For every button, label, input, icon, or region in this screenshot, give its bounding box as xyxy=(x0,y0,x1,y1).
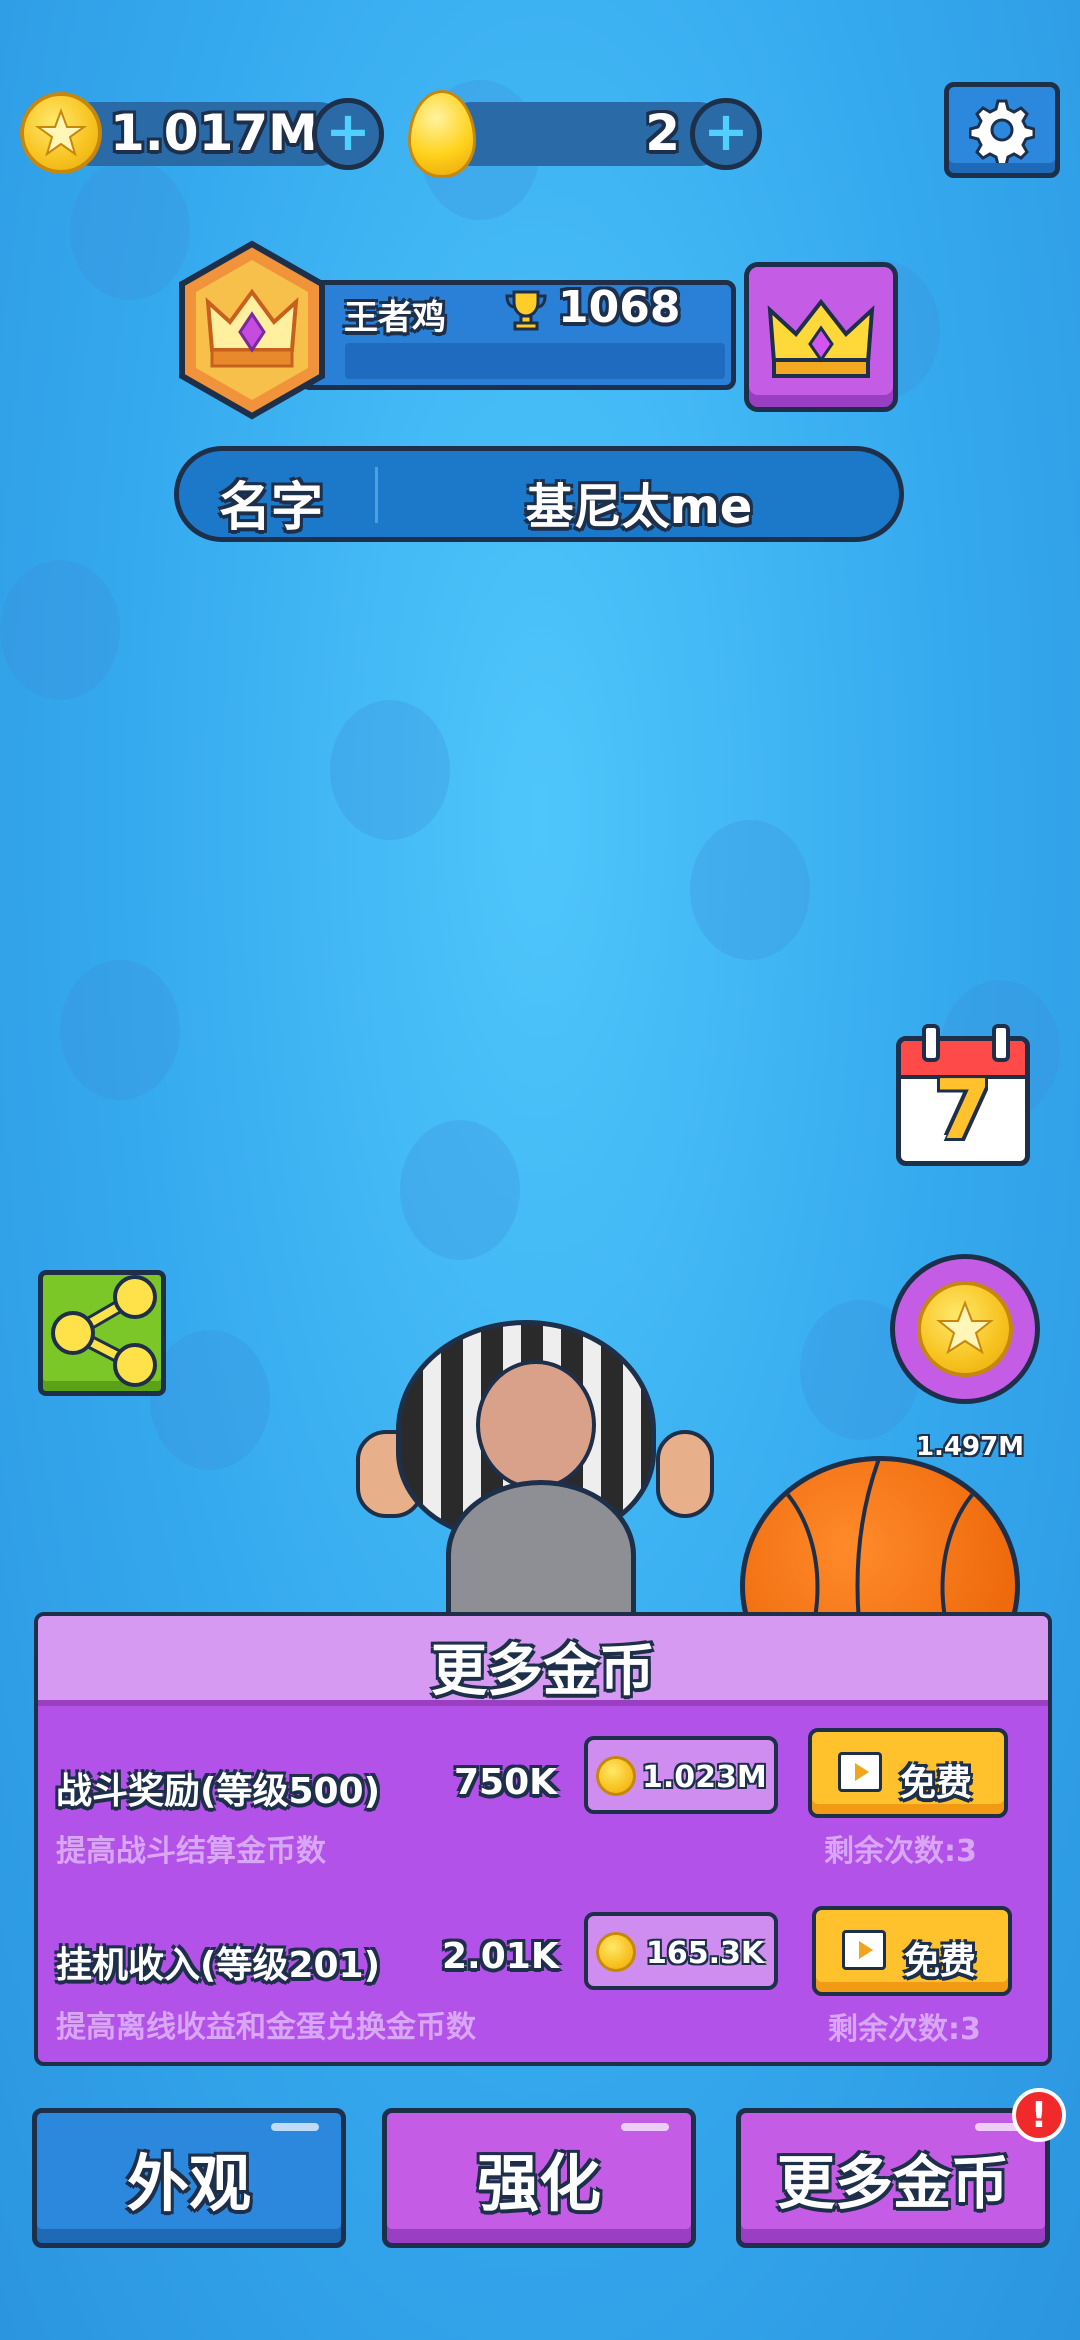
trophy-count: 1068 xyxy=(558,282,681,333)
upgrade-title: 挂机收入(等级201) xyxy=(56,1945,381,1986)
share-icon xyxy=(51,1275,157,1387)
video-play-icon xyxy=(838,1752,882,1792)
background-pattern xyxy=(400,1120,520,1260)
coin-reward-button[interactable] xyxy=(890,1254,1040,1404)
panel-title: 更多金币 xyxy=(431,1639,655,1704)
free-label: 免费 xyxy=(904,1941,977,1982)
tab-appearance[interactable]: 外观 xyxy=(32,2108,346,2248)
egg-bar-bg xyxy=(440,102,730,166)
more-coins-panel: 更多金币 战斗奖励(等级500) 750K 1.023M 免费 提高战斗结算金币… xyxy=(34,1612,1052,2066)
coin-amount: 1.017M xyxy=(110,104,318,162)
add-coins-button[interactable]: + xyxy=(312,98,384,170)
free-video-button[interactable]: 免费 xyxy=(812,1906,1012,1996)
player-name: 基尼太me xyxy=(525,479,753,535)
upgrade-value: 2.01K xyxy=(442,1936,559,1977)
free-video-button[interactable]: 免费 xyxy=(808,1728,1008,1818)
free-label: 免费 xyxy=(900,1763,973,1804)
coin-icon xyxy=(917,1281,1013,1377)
upgrade-value: 750K xyxy=(454,1762,558,1803)
rank-badge xyxy=(172,240,332,420)
gear-icon xyxy=(969,99,1035,163)
daily-calendar-button[interactable]: 7 xyxy=(896,1024,1034,1170)
calendar-day: 7 xyxy=(934,1063,992,1158)
settings-button[interactable] xyxy=(944,82,1060,178)
tab-label: 外观 xyxy=(126,2147,251,2220)
plus-icon: + xyxy=(325,100,371,163)
upgrade-description: 提高离线收益和金蛋兑换金币数 xyxy=(56,2010,476,2045)
background-pattern xyxy=(330,700,450,840)
player-name-bar[interactable]: 名字 基尼太me xyxy=(174,446,904,542)
upgrade-cost: 1.023M xyxy=(642,1760,767,1795)
tab-upgrade[interactable]: 强化 xyxy=(382,2108,696,2248)
rank-name: 王者鸡 xyxy=(344,298,446,338)
crown-icon xyxy=(767,298,875,378)
remaining-count: 剩余次数:3 xyxy=(824,1834,977,1869)
upgrade-cost-button[interactable]: 1.023M xyxy=(584,1736,778,1814)
background-pattern xyxy=(0,560,120,700)
video-play-icon xyxy=(842,1930,886,1970)
tab-label: 更多金币 xyxy=(776,2149,1009,2217)
tab-more-coins[interactable]: 更多金币 xyxy=(736,2108,1050,2248)
background-pattern xyxy=(60,960,180,1100)
tab-label: 强化 xyxy=(476,2147,601,2220)
background-pattern xyxy=(690,820,810,960)
panel-header: 更多金币 xyxy=(38,1616,1048,1706)
background-pattern xyxy=(150,1330,270,1470)
trophy-icon xyxy=(504,288,548,332)
player-character xyxy=(356,1320,714,1630)
upgrade-cost-button[interactable]: 165.3K xyxy=(584,1912,778,1990)
upgrade-title: 战斗奖励(等级500) xyxy=(56,1771,381,1812)
coin-icon xyxy=(20,92,102,174)
plus-icon: + xyxy=(703,100,749,163)
coin-icon xyxy=(596,1756,636,1796)
notification-badge: ! xyxy=(1012,2088,1066,2142)
add-eggs-button[interactable]: + xyxy=(690,98,762,170)
upgrade-cost: 165.3K xyxy=(646,1936,765,1971)
remaining-count: 剩余次数:3 xyxy=(828,2012,981,2047)
rank-crown-button[interactable] xyxy=(744,262,898,412)
share-button[interactable] xyxy=(38,1270,166,1396)
name-divider xyxy=(375,467,378,523)
coin-icon xyxy=(596,1932,636,1972)
upgrade-description: 提高战斗结算金币数 xyxy=(56,1834,326,1869)
name-label: 名字 xyxy=(219,478,324,538)
egg-amount: 2 xyxy=(645,104,680,162)
rank-progress-track xyxy=(345,343,725,379)
